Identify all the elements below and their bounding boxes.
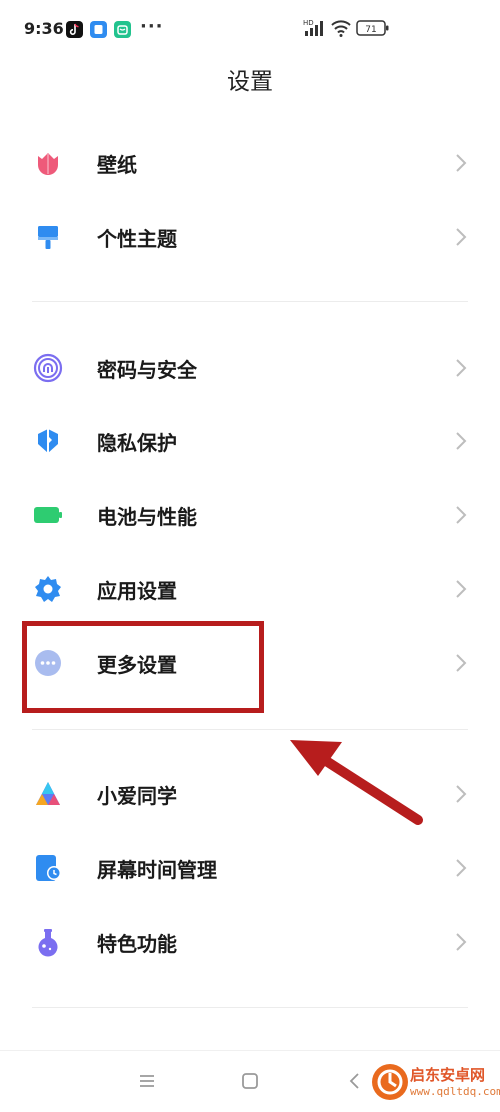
section-divider — [32, 1007, 468, 1008]
site-watermark: 启东安卓网 www.qdltdq.com — [372, 1064, 500, 1104]
tiktok-app-icon — [66, 21, 83, 38]
page-title: 设置 — [227, 69, 273, 95]
chevron-right-icon — [452, 356, 470, 380]
settings-item-xiaoai[interactable]: 小爱同学 — [0, 759, 500, 829]
screen-time-icon — [33, 853, 63, 883]
chevron-right-icon — [452, 225, 470, 249]
gear-icon — [33, 574, 63, 604]
settings-item-password-security[interactable]: 密码与安全 — [0, 333, 500, 403]
chevron-right-icon — [452, 429, 470, 453]
svg-text:71: 71 — [365, 25, 376, 35]
settings-item-privacy[interactable]: 隐私保护 — [0, 406, 500, 476]
item-label: 壁纸 — [97, 153, 137, 177]
status-time: 9:36 — [24, 19, 64, 38]
settings-item-battery-performance[interactable]: 电池与性能 — [0, 480, 500, 550]
item-label: 密码与安全 — [97, 358, 197, 382]
settings-item-wallpaper[interactable]: 壁纸 — [0, 128, 500, 198]
chevron-right-icon — [452, 651, 470, 675]
wallpaper-icon — [33, 148, 63, 178]
xiaoai-icon — [33, 779, 63, 809]
chevron-right-icon — [452, 151, 470, 175]
more-notifications-icon: ··· — [140, 16, 164, 37]
battery-icon: 71 — [356, 18, 390, 42]
svg-text:HD: HD — [303, 19, 314, 27]
chevron-right-icon — [452, 782, 470, 806]
privacy-shield-icon — [33, 426, 63, 456]
item-label: 小爱同学 — [97, 784, 177, 808]
wifi-icon — [330, 18, 352, 42]
watermark-name: 启东安卓网 — [410, 1066, 486, 1084]
status-bar: 9:36 ··· HD 71 — [0, 0, 500, 60]
watermark-url: www.qdltdq.com — [410, 1085, 500, 1098]
section-divider — [32, 729, 468, 730]
menu-button[interactable] — [136, 1071, 158, 1091]
chevron-right-icon — [452, 577, 470, 601]
settings-item-screen-time[interactable]: 屏幕时间管理 — [0, 833, 500, 903]
theme-brush-icon — [33, 222, 63, 252]
item-label: 特色功能 — [97, 932, 177, 956]
highlight-annotation-box — [22, 621, 264, 713]
bookmark-app-icon — [90, 21, 107, 38]
item-label: 隐私保护 — [97, 431, 177, 455]
watermark-logo-icon — [372, 1064, 408, 1100]
battery-icon — [33, 500, 63, 530]
item-label: 应用设置 — [97, 579, 177, 603]
chevron-right-icon — [452, 503, 470, 527]
settings-item-theme[interactable]: 个性主题 — [0, 202, 500, 272]
item-label: 个性主题 — [97, 227, 177, 251]
shopping-app-icon — [114, 21, 131, 38]
settings-item-app-settings[interactable]: 应用设置 — [0, 554, 500, 624]
home-button[interactable] — [239, 1071, 261, 1091]
item-label: 电池与性能 — [97, 505, 197, 529]
fingerprint-icon — [33, 353, 63, 383]
chevron-right-icon — [452, 930, 470, 954]
settings-item-special-features[interactable]: 特色功能 — [0, 907, 500, 977]
flask-icon — [33, 927, 63, 957]
back-button[interactable] — [344, 1071, 366, 1091]
item-label: 屏幕时间管理 — [97, 858, 217, 882]
signal-icon: HD — [303, 18, 325, 42]
section-divider — [32, 301, 468, 302]
chevron-right-icon — [452, 856, 470, 880]
